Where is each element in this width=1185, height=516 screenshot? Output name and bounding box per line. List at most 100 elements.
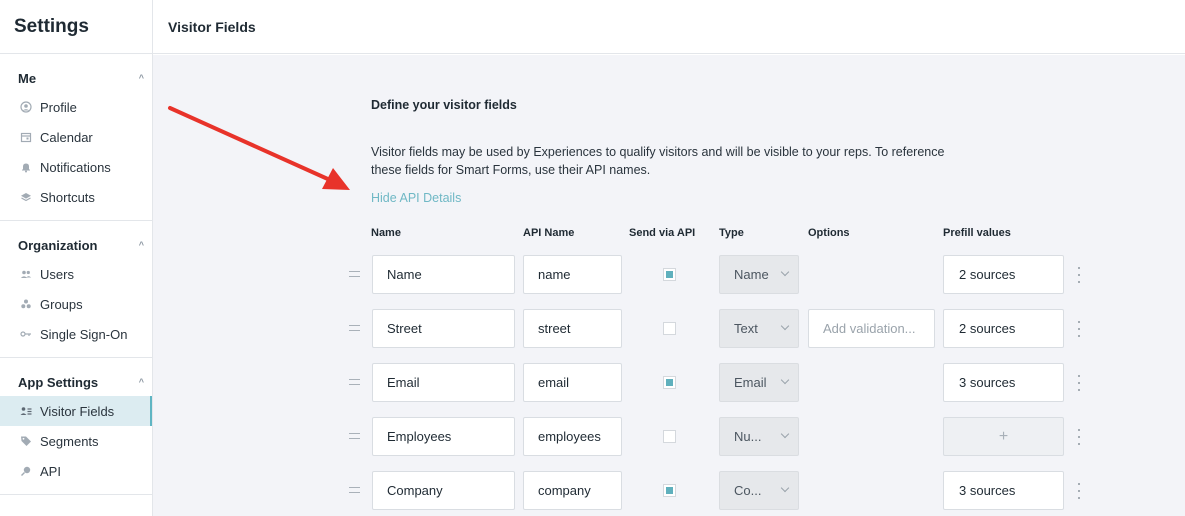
- type-select-value: Email: [734, 375, 767, 390]
- sidebar-item-label: Segments: [40, 433, 99, 449]
- api-name-input[interactable]: name: [523, 255, 622, 294]
- column-header-api-name: API Name: [523, 227, 575, 239]
- sidebar-item-label: Notifications: [40, 159, 111, 175]
- drag-handle-icon[interactable]: [349, 433, 360, 439]
- sidebar-item-notifications[interactable]: Notifications: [0, 152, 152, 182]
- sidebar-group-app-settings: App Settings ^ Visitor Fields Segments A…: [0, 358, 152, 495]
- field-name-input[interactable]: Name: [372, 255, 515, 294]
- api-name-input[interactable]: email: [523, 363, 622, 402]
- type-select[interactable]: Co...: [719, 471, 799, 510]
- field-name-input[interactable]: Street: [372, 309, 515, 348]
- column-header-options: Options: [808, 227, 850, 239]
- sidebar-item-visitor-fields[interactable]: Visitor Fields: [0, 396, 152, 426]
- more-options-icon[interactable]: [1077, 267, 1081, 283]
- more-options-icon[interactable]: [1077, 483, 1081, 499]
- chevron-up-icon: ^: [138, 377, 144, 387]
- sidebar-item-label: Calendar: [40, 129, 93, 145]
- send-via-api-checkbox[interactable]: [663, 268, 676, 281]
- sidebar-item-groups[interactable]: Groups: [0, 289, 152, 319]
- sidebar-group-header[interactable]: Organization ^: [0, 233, 152, 257]
- user-circle-icon: [20, 101, 32, 113]
- sidebar-item-label: Users: [40, 266, 74, 282]
- field-name-input[interactable]: Employees: [372, 417, 515, 456]
- send-via-api-checkbox[interactable]: [663, 484, 676, 497]
- more-options-icon[interactable]: [1077, 375, 1081, 391]
- column-header-type: Type: [719, 227, 744, 239]
- tag-icon: [20, 435, 32, 447]
- add-prefill-button[interactable]: +: [943, 417, 1064, 456]
- sidebar-title: Settings: [0, 0, 152, 54]
- validation-input[interactable]: Add validation...: [808, 309, 935, 348]
- field-name-input[interactable]: Email: [372, 363, 515, 402]
- calendar-icon: [20, 131, 32, 143]
- sidebar-group-label: Me: [18, 70, 37, 86]
- sidebar-group-label: Organization: [18, 237, 98, 253]
- more-options-icon[interactable]: [1077, 429, 1081, 445]
- chevron-down-icon: [780, 321, 790, 331]
- sidebar-item-label: Single Sign-On: [40, 326, 128, 342]
- users-icon: [20, 268, 32, 280]
- prefill-values-button[interactable]: 2 sources: [943, 255, 1064, 294]
- drag-handle-icon[interactable]: [349, 379, 360, 385]
- sidebar-item-shortcuts[interactable]: Shortcuts: [0, 182, 152, 212]
- table-row: Company company Co... 3 sources: [153, 471, 1185, 511]
- chevron-down-icon: [780, 375, 790, 385]
- column-header-prefill: Prefill values: [943, 227, 1011, 239]
- sidebar: Settings Me ^ Profile Calendar Notificat…: [0, 0, 153, 516]
- send-via-api-checkbox[interactable]: [663, 430, 676, 443]
- sidebar-item-api[interactable]: API: [0, 456, 152, 486]
- chevron-down-icon: [780, 429, 790, 439]
- drag-handle-icon[interactable]: [349, 271, 360, 277]
- main-content: Define your visitor fields Visitor field…: [153, 55, 1185, 516]
- sidebar-group-header[interactable]: App Settings ^: [0, 370, 152, 394]
- sidebar-item-label: Groups: [40, 296, 83, 312]
- api-name-input[interactable]: company: [523, 471, 622, 510]
- sidebar-group-organization: Organization ^ Users Groups Single Sign-…: [0, 221, 152, 358]
- hide-api-details-link[interactable]: Hide API Details: [371, 191, 461, 205]
- api-name-input[interactable]: street: [523, 309, 622, 348]
- type-select[interactable]: Email: [719, 363, 799, 402]
- plug-icon: [20, 465, 32, 477]
- sidebar-item-calendar[interactable]: Calendar: [0, 122, 152, 152]
- sidebar-item-profile[interactable]: Profile: [0, 92, 152, 122]
- type-select[interactable]: Name: [719, 255, 799, 294]
- type-select-value: Name: [734, 267, 769, 282]
- sidebar-item-users[interactable]: Users: [0, 259, 152, 289]
- groups-icon: [20, 298, 32, 310]
- prefill-values-button[interactable]: 2 sources: [943, 309, 1064, 348]
- sidebar-group-label: App Settings: [18, 374, 99, 390]
- sidebar-item-single-sign-on[interactable]: Single Sign-On: [0, 319, 152, 349]
- chevron-down-icon: [780, 483, 790, 493]
- api-name-input[interactable]: employees: [523, 417, 622, 456]
- sidebar-item-segments[interactable]: Segments: [0, 426, 152, 456]
- section-description: Visitor fields may be used by Experience…: [371, 145, 945, 177]
- drag-handle-icon[interactable]: [349, 487, 360, 493]
- key-icon: [20, 328, 32, 340]
- table-row: Name name Name 2 sources: [153, 255, 1185, 295]
- sidebar-group-header[interactable]: Me ^: [0, 66, 152, 90]
- more-options-icon[interactable]: [1077, 321, 1081, 337]
- sidebar-item-label: Shortcuts: [40, 189, 95, 205]
- type-select-value: Text: [734, 321, 758, 336]
- prefill-values-button[interactable]: 3 sources: [943, 471, 1064, 510]
- table-row: Email email Email 3 sources: [153, 363, 1185, 403]
- send-via-api-checkbox[interactable]: [663, 376, 676, 389]
- chevron-up-icon: ^: [138, 240, 144, 250]
- drag-handle-icon[interactable]: [349, 325, 360, 331]
- chevron-up-icon: ^: [138, 73, 144, 83]
- chevron-down-icon: [780, 267, 790, 277]
- column-header-send-via-api: Send via API: [629, 227, 696, 239]
- column-header-name: Name: [371, 227, 401, 239]
- prefill-values-button[interactable]: 3 sources: [943, 363, 1064, 402]
- sidebar-item-label: Profile: [40, 99, 77, 115]
- send-via-api-checkbox[interactable]: [663, 322, 676, 335]
- page-title: Visitor Fields: [153, 0, 1185, 54]
- layers-icon: [20, 191, 32, 203]
- type-select[interactable]: Nu...: [719, 417, 799, 456]
- type-select-value: Co...: [734, 483, 762, 498]
- table-row: Employees employees Nu... +: [153, 417, 1185, 457]
- table-row: Street street Text Add validation... 2 s…: [153, 309, 1185, 349]
- field-name-input[interactable]: Company: [372, 471, 515, 510]
- type-select[interactable]: Text: [719, 309, 799, 348]
- section-title: Define your visitor fields: [371, 98, 517, 112]
